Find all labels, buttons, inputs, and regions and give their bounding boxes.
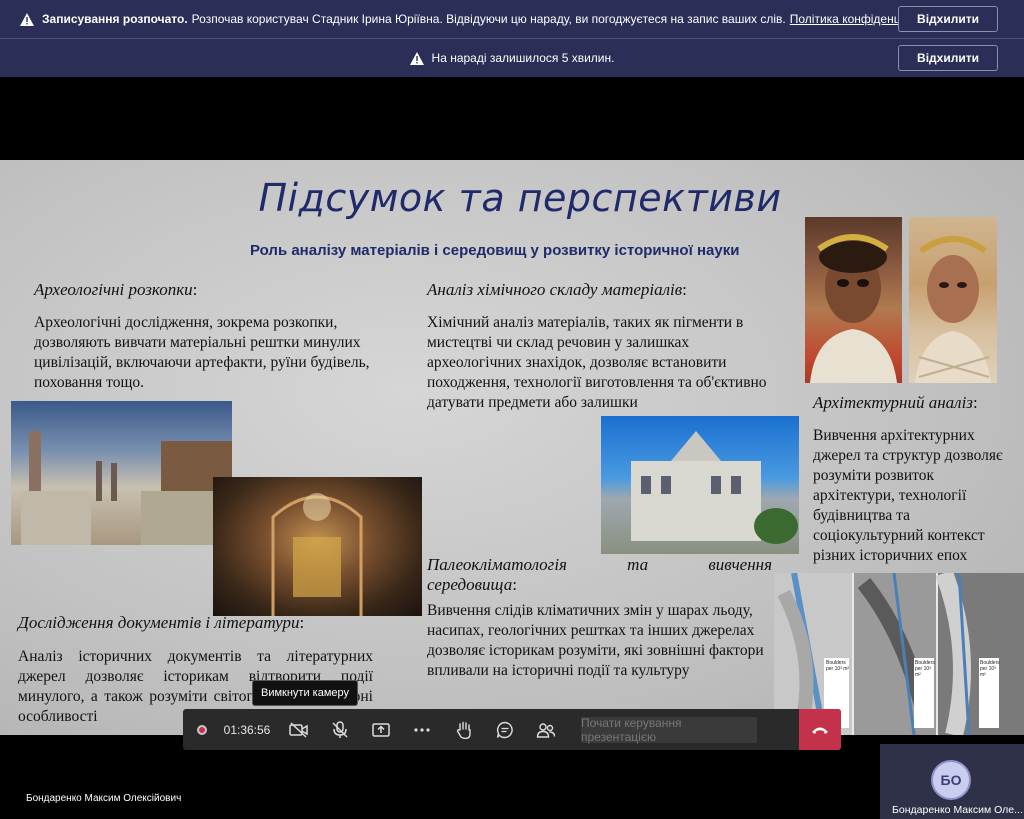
participants-button[interactable] xyxy=(529,709,563,750)
share-screen-icon xyxy=(372,722,390,737)
more-options-button[interactable] xyxy=(405,709,439,750)
meeting-control-bar: 01:36:56 Почати керування презентацією xyxy=(183,709,841,750)
chat-icon xyxy=(496,721,513,738)
chat-button[interactable] xyxy=(488,709,522,750)
section-paleoclimate-heading: Палеокліматологія та вивчення середовища: xyxy=(427,555,772,594)
fayum-portrait-image-2 xyxy=(909,217,997,383)
meeting-timer: 01:36:56 xyxy=(223,722,271,737)
dismiss-recording-button[interactable]: Відхилити xyxy=(898,6,998,32)
shared-presentation-slide: Підсумок та перспективи Роль аналізу мат… xyxy=(0,160,1024,735)
more-options-icon xyxy=(414,727,430,732)
take-control-presentation-button[interactable]: Почати керування презентацією xyxy=(581,716,757,744)
hang-up-icon xyxy=(812,727,828,734)
camera-tooltip: Вимкнути камеру xyxy=(252,680,359,706)
section-archaeology-text: Археологічні дослідження, зокрема розкоп… xyxy=(34,314,370,391)
recording-banner-text: Розпочав користувач Стадник Ірина Юріївн… xyxy=(191,12,786,26)
avatar: БО xyxy=(931,760,971,800)
presenter-name-label: Бондаренко Максим Олексійович xyxy=(26,793,182,804)
share-screen-button[interactable] xyxy=(364,709,398,750)
slide-title: Підсумок та перспективи xyxy=(258,176,782,220)
raise-hand-icon xyxy=(456,721,471,739)
house-with-chimeras-image xyxy=(601,416,799,554)
church-interior-image xyxy=(213,477,422,616)
pompeii-ruins-image xyxy=(11,401,232,545)
recording-indicator-icon xyxy=(191,709,213,750)
warning-icon xyxy=(20,12,34,26)
glacier-legend-label-2: Boulders per 10³ m² xyxy=(915,660,935,678)
section-chemistry-heading: Аналіз хімічного складу матеріалів: xyxy=(427,280,687,299)
camera-off-button[interactable] xyxy=(282,709,316,750)
slide-subtitle: Роль аналізу матеріалів і середовищ у ро… xyxy=(250,242,740,259)
microphone-off-button[interactable] xyxy=(323,709,357,750)
raise-hand-button[interactable] xyxy=(447,709,481,750)
recording-banner-title: Записування розпочато. xyxy=(42,12,188,26)
participants-icon xyxy=(536,722,556,738)
dismiss-time-button[interactable]: Відхилити xyxy=(898,45,998,71)
warning-icon xyxy=(409,51,424,65)
section-paleoclimate-text: Вивчення слідів кліматичних змін у шарах… xyxy=(427,602,764,679)
self-name-label: Бондаренко Максим Оле... xyxy=(892,804,1023,816)
self-video-tile[interactable]: БО Бондаренко Максим Оле... xyxy=(880,744,1024,819)
camera-off-icon xyxy=(289,721,308,738)
microphone-off-icon xyxy=(332,720,348,738)
glacier-legend-label-3: Boulders per 10³ m² xyxy=(980,660,1000,678)
time-remaining-banner: На нараді залишилося 5 хвилин. Відхилити xyxy=(0,39,1024,77)
section-architecture-heading: Архітектурний аналіз: xyxy=(813,393,978,412)
recording-banner: Записування розпочато. Розпочав користув… xyxy=(0,0,1024,39)
section-architecture-text: Вивчення архітектурних джерел та структу… xyxy=(813,427,1003,564)
section-documents-heading: Дослідження документів і літератури: xyxy=(18,613,305,632)
leave-call-button[interactable] xyxy=(799,709,841,750)
section-archaeology-heading: Археологічні розкопки: xyxy=(34,280,198,299)
section-chemistry-text: Хімічний аналіз матеріалів, таких як піг… xyxy=(427,314,767,411)
time-remaining-text: На нараді залишилося 5 хвилин. xyxy=(431,51,615,65)
glacier-legend-label-1: Boulders per 10³ m² xyxy=(826,660,850,672)
fayum-portrait-image-1 xyxy=(805,217,902,383)
